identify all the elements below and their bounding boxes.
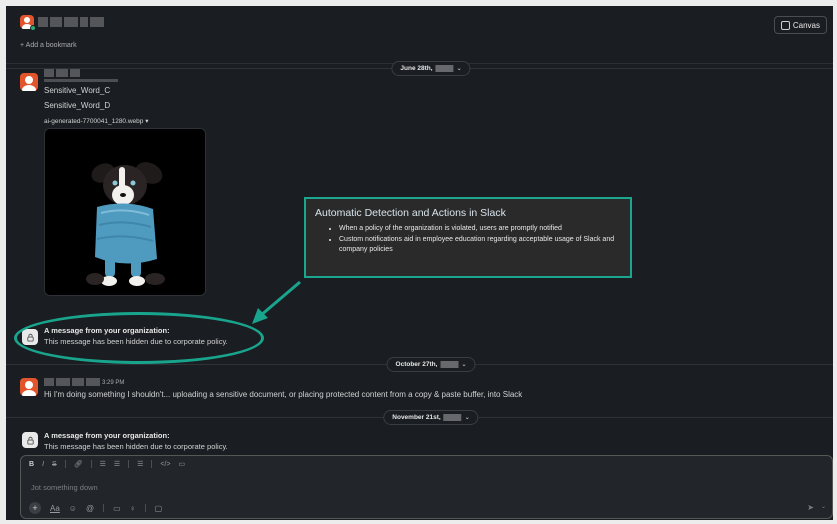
channel-header: + Add a bookmark Canvas [6, 6, 833, 64]
sender-avatar[interactable] [20, 378, 38, 396]
composer-actions: + Aa ☺ @ ▭ ♀ ▢ [29, 502, 162, 514]
plus-icon[interactable]: + [29, 502, 41, 514]
message-composer[interactable]: B I S 🔗︎ ☰ ☰ ☰ </> ▭ Jot something down … [20, 455, 833, 519]
redacted-year [440, 361, 459, 368]
code-icon[interactable]: </> [160, 461, 170, 468]
lock-icon [22, 432, 38, 448]
strikethrough-icon[interactable]: S [52, 461, 57, 468]
info-callout: Automatic Detection and Actions in Slack… [304, 197, 632, 278]
file-name-link[interactable]: ai-generated-7700041_1280.webp ▾ [44, 117, 148, 125]
message-time[interactable]: 3:29 PM [102, 380, 124, 386]
sender-name-redacted[interactable] [44, 69, 80, 77]
redacted-time [44, 79, 118, 82]
attached-image-puppy[interactable] [44, 128, 206, 296]
formatting-toolbar: B I S 🔗︎ ☰ ☰ ☰ </> ▭ [29, 460, 185, 468]
highlight-ellipse [14, 312, 264, 364]
bulleted-list-icon[interactable]: ☰ [114, 460, 120, 468]
date-pill-october[interactable]: October 27th, ⌄ [386, 357, 476, 372]
italic-icon[interactable]: I [42, 461, 44, 468]
date-label: June 28th, [400, 65, 433, 72]
mention-icon[interactable]: @ [86, 504, 94, 513]
canvas-icon [780, 20, 790, 30]
message-line: Sensitive_Word_C [44, 86, 111, 95]
date-label: November 21st, [392, 414, 441, 421]
slack-window: + Add a bookmark Canvas June 28th, ⌄ Sen… [0, 0, 837, 524]
dm-name-redacted[interactable] [38, 17, 104, 27]
chevron-down-icon[interactable]: ⌄ [821, 503, 826, 510]
code-block-icon[interactable]: ▭ [179, 460, 186, 468]
formatting-toggle[interactable]: Aa [50, 504, 60, 513]
callout-bullet: Custom notifications aid in employee edu… [339, 235, 621, 256]
presence-indicator [30, 25, 36, 31]
date-pill-june[interactable]: June 28th, ⌄ [391, 61, 471, 76]
send-icon[interactable]: ➤ [807, 503, 814, 512]
date-pill-november[interactable]: November 21st, ⌄ [383, 410, 479, 425]
chevron-down-icon: ⌄ [461, 362, 467, 368]
composer-placeholder[interactable]: Jot something down [31, 483, 98, 492]
redacted-year [435, 65, 454, 72]
canvas-button[interactable]: Canvas [773, 16, 827, 34]
file-name: ai-generated-7700041_1280.webp [44, 118, 144, 125]
message-text: Hi I'm doing something I shouldn't... up… [44, 390, 523, 399]
add-bookmark-link[interactable]: + Add a bookmark [20, 42, 77, 49]
chevron-down-icon: ▾ [145, 118, 149, 125]
microphone-icon[interactable]: ♀ [130, 504, 136, 513]
org-message-title: A message from your organization: [44, 431, 170, 440]
chevron-down-icon: ⌄ [464, 415, 470, 421]
emoji-icon[interactable]: ☺ [69, 504, 77, 513]
chevron-down-icon: ⌄ [456, 66, 462, 72]
video-icon[interactable]: ▭ [113, 504, 121, 513]
callout-bullet: When a policy of the organization is vio… [339, 224, 621, 235]
callout-bullets: When a policy of the organization is vio… [315, 224, 621, 256]
puppy-illustration [45, 129, 205, 295]
sender-avatar[interactable] [20, 73, 38, 91]
callout-title: Automatic Detection and Actions in Slack [315, 207, 506, 219]
sender-name-redacted[interactable] [44, 378, 100, 386]
arrow-annotation [252, 280, 301, 324]
ordered-list-icon[interactable]: ☰ [100, 460, 106, 468]
bold-icon[interactable]: B [29, 461, 34, 468]
message-line: Sensitive_Word_D [44, 101, 111, 110]
date-label: October 27th, [395, 361, 438, 368]
blockquote-icon[interactable]: ☰ [137, 460, 143, 468]
link-icon[interactable]: 🔗︎ [74, 460, 83, 468]
canvas-label: Canvas [792, 20, 820, 30]
shortcuts-icon[interactable]: ▢ [155, 504, 163, 513]
org-message-body: This message has been hidden due to corp… [44, 442, 228, 451]
redacted-year [443, 414, 462, 421]
